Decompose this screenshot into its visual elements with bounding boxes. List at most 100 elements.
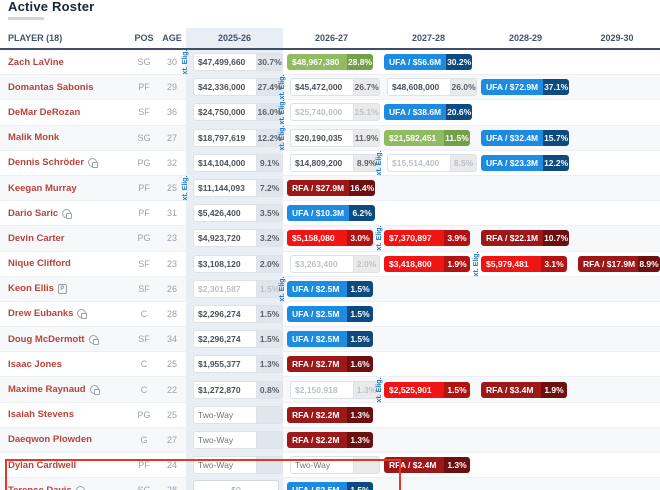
salary-input[interactable]: $1,272,8700.8% [193,381,283,399]
season-cell [380,428,477,452]
table-row: Zach LaVineSG30xt. Elig.$47,499,66030.7%… [0,50,660,75]
two-way-box[interactable]: Two-Way [193,456,283,474]
badge-value: $21,582,451 [384,130,444,146]
player-name[interactable]: Zach LaVine [8,57,64,68]
salary-input[interactable]: $14,809,2008.9% [290,154,380,172]
table-row: Daeqwon PlowdenG27Two-WayRFA / $2.2M1.3% [0,428,660,453]
player-name[interactable]: Keon Ellis [8,283,54,294]
season-cell: Two-Way [186,453,283,477]
player-name[interactable]: Terence Davis [8,485,72,490]
badge-percent: 1.3% [347,407,373,423]
badge-percent: 11.5% [444,130,470,146]
salary-input[interactable]: $20,190,03511.9% [290,129,380,147]
player-name[interactable]: Daeqwon Plowden [8,434,92,445]
salary-value: $2,296,274 [194,331,256,347]
season-cell: RFA / $27.9M16.4% [283,176,380,200]
player-name[interactable]: Keegan Murray [8,183,77,194]
salary-input[interactable]: $48,608,00026.0% [387,78,477,96]
salary-input[interactable]: $2,296,2741.5% [193,305,283,323]
salary-input[interactable]: $4,923,7203.2% [193,229,283,247]
age-cell: 28 [158,302,186,326]
table-row: Nique CliffordSF23$3,108,1202.0%$3,263,4… [0,252,660,277]
salary-input[interactable]: $24,750,00016.0% [193,103,283,121]
season-cell: $2,296,2741.5% [186,302,283,326]
badge-percent: 1.5% [347,482,373,490]
player-name[interactable]: Isaiah Stevens [8,409,74,420]
player-cell: Dario Saric [0,201,130,225]
cap-percent [353,457,379,473]
salary-option-badge: $5,979,4813.1% [481,256,567,272]
salary-input[interactable]: $2,150,9181.3% [290,381,380,399]
free-agent-badge: RFA / $22.1M10.7% [481,230,569,246]
cap-percent: 3.5% [256,205,282,221]
two-way-box[interactable]: Two-Way [290,456,380,474]
player-cell: Doug McDermott [0,327,130,351]
season-cell: $2,296,2741.5% [186,327,283,351]
badge-value: $5,158,080 [287,230,347,246]
position-cell: PF [130,201,158,225]
player-name[interactable]: Dylan Cardwell [8,460,76,471]
free-agent-badge: UFA / $72.9M37.1% [481,79,569,95]
season-cell [477,100,574,124]
free-agent-badge: RFA / $27.9M16.4% [287,180,375,196]
two-way-box[interactable]: Two-Way [193,431,283,449]
player-name[interactable]: Malik Monk [8,132,59,143]
salary-input[interactable]: $5,426,4003.5% [193,204,283,222]
player-name[interactable]: Drew Eubanks [8,308,73,319]
salary-input[interactable]: $15,514,4008.5% [387,154,477,172]
cap-percent: 26.0% [450,79,476,95]
season-cell [574,100,660,124]
salary-value: $25,740,000 [291,104,353,120]
badge-percent: 3.9% [444,230,470,246]
cap-percent [256,407,282,423]
salary-input[interactable]: $11,144,0937.2% [193,179,283,197]
salary-input[interactable]: $2,301,5871.5% [193,280,283,298]
badge-percent: 37.1% [543,79,569,95]
salary-input[interactable]: $45,472,00026.7% [290,78,380,96]
player-name[interactable]: Domantas Sabonis [8,82,94,93]
salary-option-badge: $21,582,45111.5% [384,130,470,146]
season-cell: RFA / $22.1M10.7% [477,226,574,250]
player-name[interactable]: Dario Saric [8,208,58,219]
salary-input[interactable]: $1,955,3771.3% [193,355,283,373]
salary-input[interactable]: $3,263,4002.0% [290,255,380,273]
badge-value: RFA / $3.4M [481,382,541,398]
season-cell [574,478,660,490]
season-cell: xt. Elig.$7,370,8973.9% [380,226,477,250]
player-name[interactable]: Isaac Jones [8,359,62,370]
ext-elig-label: xt. Elig. [279,100,286,125]
age-cell: 32 [158,151,186,175]
position-cell: PG [130,151,158,175]
season-cell [380,176,477,200]
player-name[interactable]: DeMar DeRozan [8,107,80,118]
salary-input[interactable]: $14,104,0009.1% [193,154,283,172]
age-cell: 22 [158,377,186,401]
season-cell: $48,967,38028.8% [283,50,380,74]
badge-value: $2,525,901 [384,382,444,398]
player-name[interactable]: Devin Carter [8,233,65,244]
free-agent-badge: UFA / $2.5M1.5% [287,306,373,322]
player-cell: Dennis Schröder [0,151,130,175]
ext-elig-label: xt. Elig. [376,377,383,402]
player-name[interactable]: Doug McDermott [8,334,85,345]
salary-input[interactable]: $0 [193,480,279,490]
player-name[interactable]: Maxime Raynaud [8,384,86,395]
salary-input[interactable]: $42,336,00027.4% [193,78,283,96]
contract-note-icon [77,309,86,318]
two-way-box[interactable]: Two-Way [193,406,283,424]
salary-input[interactable]: $2,296,2741.5% [193,330,283,348]
position-cell: SG [130,478,158,490]
season-cell: $3,418,8001.9% [380,252,477,276]
player-name[interactable]: Nique Clifford [8,258,71,269]
season-cell: RFA / $2.2M1.3% [283,403,380,427]
player-cell: Devin Carter [0,226,130,250]
salary-input[interactable]: $18,797,61912.2% [193,129,283,147]
badge-value: UFA / $23.3M [481,155,543,171]
player-name[interactable]: Dennis Schröder [8,157,84,168]
badge-percent: 6.2% [349,205,375,221]
salary-input[interactable]: $25,740,00015.1% [290,103,380,121]
cap-percent: 2.0% [353,256,379,272]
salary-input[interactable]: $47,499,66030.7% [193,53,283,71]
salary-input[interactable]: $3,108,1202.0% [193,255,283,273]
badge-percent: 3.1% [541,256,567,272]
